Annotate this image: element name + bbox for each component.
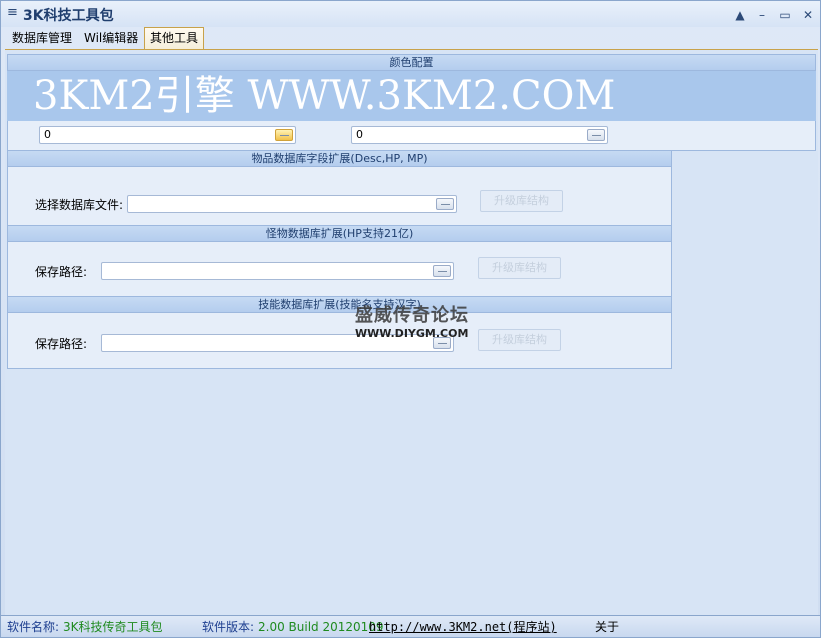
tab-database[interactable]: 数据库管理 [7,28,77,49]
item-db-file-input[interactable] [127,195,457,213]
status-name-label: 软件名称: [7,620,60,634]
upgrade-skill-db-button[interactable]: 升级库结构 [478,329,561,351]
color-left-select[interactable]: 0 [39,126,296,144]
monster-save-path-label: 保存路径: [35,265,88,279]
color-right-value: 0 [356,128,363,141]
skill-ext-header: 技能数据库扩展(技能名支持汉字) [8,297,671,313]
monster-ext-header: 怪物数据库扩展(HP支持21亿) [8,226,671,242]
watermark-text: 盛威传奇论坛 [355,305,469,326]
monster-save-path-input[interactable] [101,262,454,280]
tab-other-tools[interactable]: 其他工具 [144,27,205,50]
close-icon[interactable]: ✕ [800,7,816,23]
color-config-header: 颜色配置 [8,55,815,71]
item-ext-header: 物品数据库字段扩展(Desc,HP, MP) [8,151,671,167]
status-version-label: 软件版本: [202,620,255,634]
app-window: ≡ 3K科技工具包 ▲ – ▭ ✕ 数据库管理 Wil编辑器 其他工具 颜色配置… [0,0,821,638]
upgrade-item-db-button[interactable]: 升级库结构 [480,190,563,212]
banner-text: 3KM2引擎 WWW.3KM2.COM [7,71,816,121]
color-picker-icon[interactable] [587,129,605,141]
tab-wil-editor[interactable]: Wil编辑器 [79,28,143,49]
status-version-value: 2.00 Build 20120109 [258,620,384,634]
browse-icon[interactable] [433,265,451,277]
window-title: 3K科技工具包 [23,8,114,24]
maximize-icon[interactable]: ▭ [777,7,793,23]
skill-save-path-label: 保存路径: [35,337,88,351]
browse-icon[interactable] [436,198,454,210]
color-right-select[interactable]: 0 [351,126,608,144]
tab-strip: 数据库管理 Wil编辑器 其他工具 [5,27,820,50]
collapse-icon[interactable]: ▲ [732,7,748,23]
title-bar[interactable]: ≡ 3K科技工具包 ▲ – ▭ ✕ [1,1,820,27]
status-bar: 软件名称: 3K科技传奇工具包 软件版本: 2.00 Build 2012010… [1,615,820,637]
upgrade-monster-db-button[interactable]: 升级库结构 [478,257,561,279]
about-link[interactable]: 关于 [595,616,619,638]
website-link[interactable]: http://www.3KM2.net(程序站) [369,616,557,638]
minimize-icon[interactable]: – [754,7,770,23]
status-name-value: 3K科技传奇工具包 [63,620,163,634]
watermark-url: WWW.DIYGM.COM [355,327,469,340]
color-picker-icon[interactable] [275,129,293,141]
color-left-value: 0 [44,128,51,141]
menu-icon[interactable]: ≡ [7,6,19,20]
item-db-file-label: 选择数据库文件: [35,198,124,212]
